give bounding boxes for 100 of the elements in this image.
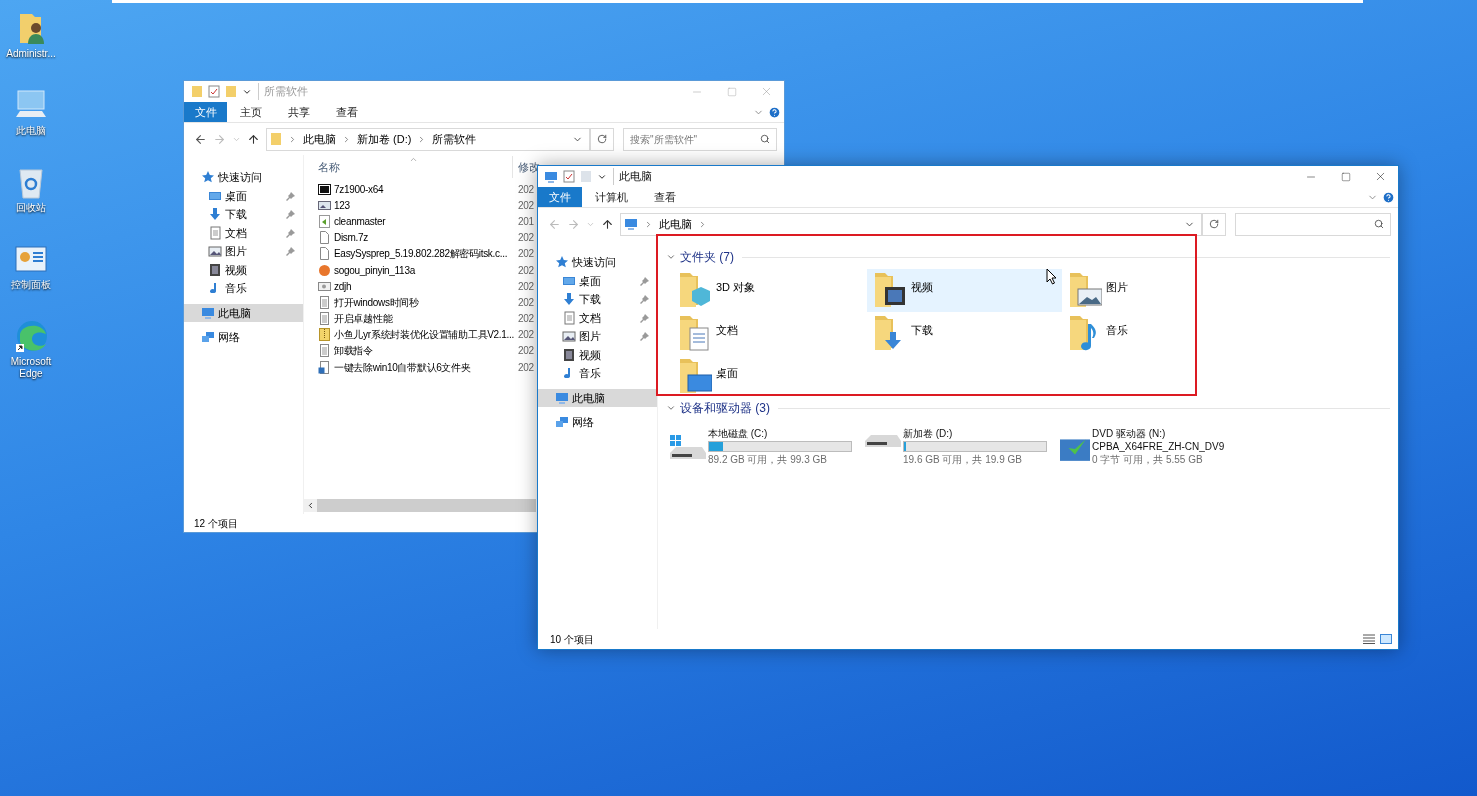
ribbon-tab[interactable]: 主页 [227,102,275,122]
breadcrumb-item[interactable]: 所需软件 [432,130,477,148]
ribbon-tab[interactable]: 计算机 [582,187,641,207]
file-item[interactable]: Dism.7z [318,230,368,246]
close-icon [1374,170,1387,183]
nav-item[interactable]: 快速访问 [538,253,657,272]
collapse-icon[interactable] [666,403,676,413]
computer-icon [624,217,638,231]
free-space: 0 字节 可用，共 5.55 GB [1092,453,1204,466]
drive-name: 本地磁盘 (C:) [708,427,769,440]
file-item[interactable]: sogou_pinyin_113a [318,262,415,278]
nav-item[interactable]: 图片 [184,242,303,261]
file-item[interactable]: 123 [318,197,350,213]
file-item[interactable]: 卸载指令 [318,343,373,359]
date-cell-text: 202 [518,295,534,310]
nav-item[interactable]: 此电脑 [538,388,657,407]
section-header[interactable]: 文件夹 (7) [680,248,734,266]
forward-button[interactable] [213,132,226,146]
nav-item[interactable]: 文档 [184,223,303,242]
nav-item[interactable]: 快速访问 [184,168,303,187]
search-icon [760,134,770,144]
breadcrumb-item[interactable]: 此电脑 [659,215,692,233]
file-item[interactable]: EasySysprep_5.19.802.282解密码itsk.c... [318,246,508,262]
computer-icon [544,169,558,184]
help-icon[interactable] [1382,190,1395,204]
scroll-left-icon[interactable] [306,501,315,510]
close-icon [760,85,773,98]
section-header[interactable]: 设备和驱动器 (3) [680,399,770,417]
chevron-icon [288,134,297,144]
nav-item[interactable]: 音乐 [184,279,303,298]
properties-icon[interactable] [208,85,220,98]
date-cell-text: 202 [518,360,534,375]
drive-tile[interactable]: 新加卷 (D:) 19.6 GB 可用，共 19.9 GB [865,423,1060,467]
nav-item[interactable]: 桌面 [184,186,303,205]
file-item[interactable]: 开启卓越性能 [318,311,393,327]
address-bar[interactable]: 此电脑 [620,212,1202,236]
installer-icon [318,214,331,228]
maximize-icon [726,86,737,97]
file-item[interactable]: 打开windows时间秒 [318,294,419,310]
search-field[interactable]: 搜索"所需软件" [623,127,777,151]
search-field[interactable] [1235,212,1391,236]
folder-tile[interactable]: 桌面 [672,355,867,398]
nav-item[interactable]: 视频 [538,345,657,364]
refresh-button[interactable] [1202,212,1226,236]
nav-item[interactable]: 下载 [184,205,303,224]
file-item[interactable]: zdjh [318,278,352,294]
horizontal-scrollbar[interactable] [304,499,536,512]
ribbon-tab[interactable]: 共享 [275,102,323,122]
nav-item[interactable]: 视频 [184,260,303,279]
nav-item[interactable]: 下载 [538,290,657,309]
folder-tile[interactable]: 视频 [867,269,1062,312]
large-icons-view-icon[interactable] [1380,634,1392,644]
nav-item[interactable]: 文档 [538,308,657,327]
folder-tile[interactable]: 3D 对象 [672,269,867,312]
up-button[interactable] [247,132,260,146]
details-view-icon[interactable] [1363,634,1375,644]
help-icon[interactable] [768,105,781,119]
file-item[interactable]: 7z1900-x64 [318,181,384,197]
shortcut-label: Administr... [5,48,57,60]
file-item[interactable]: 一键去除win10自带默认6文件夹 [318,359,471,375]
ribbon-tab[interactable]: 查看 [641,187,689,207]
drive-tile[interactable]: 本地磁盘 (C:) 89.2 GB 可用，共 99.3 GB [670,423,865,467]
date-cell-text: 202 [518,263,534,278]
status-text: 12 个项目 [194,516,238,531]
nav-item[interactable]: 网络 [184,328,303,347]
file-menu-tab[interactable]: 文件 [184,102,227,122]
nav-item[interactable]: 音乐 [538,364,657,383]
text-file-icon [318,312,331,326]
column-header[interactable]: 名称 [318,156,513,178]
text-file-icon [318,344,331,358]
ribbon-tab[interactable]: 查看 [323,102,371,122]
nav-item[interactable]: 桌面 [538,271,657,290]
folder-tile[interactable]: 下载 [867,312,1062,355]
forward-button[interactable] [567,217,580,231]
folder-tile[interactable]: 文档 [672,312,867,355]
refresh-button[interactable] [590,127,614,151]
collapse-icon[interactable] [666,252,676,262]
address-bar[interactable]: 此电脑 新加卷 (D:) 所需软件 [266,127,590,151]
nav-item[interactable]: 图片 [538,327,657,346]
breadcrumb-item[interactable]: 新加卷 (D:) [357,130,412,148]
folder-tile[interactable]: 音乐 [1062,312,1257,355]
star-icon [201,170,215,185]
properties-icon[interactable] [563,170,575,183]
drive-tile[interactable]: DVD 驱动器 (N:) CPBA_X64FRE_ZH-CN_DV9 0 字节 可用，共 5.55 GB [1060,423,1255,467]
folder-tile[interactable]: 图片 [1062,269,1257,312]
nav-item[interactable]: 此电脑 [184,303,303,322]
breadcrumb-item[interactable]: 此电脑 [303,130,336,148]
file-menu-tab[interactable]: 文件 [538,187,582,207]
up-button[interactable] [601,217,614,231]
film-icon [208,262,222,277]
down-arrow-icon [208,207,222,222]
back-button[interactable] [194,132,207,146]
date-cell-text: 202 [518,344,534,359]
free-space: 19.6 GB 可用，共 19.9 GB [903,453,1023,466]
file-item[interactable]: 小鱼儿yr系统封装优化设置辅助工具V2.1... [318,327,515,343]
file-item[interactable]: cleanmaster [318,213,386,229]
nav-item[interactable]: 网络 [538,413,657,432]
folder-monitor-icon [678,357,712,395]
folder-film-icon [873,271,907,309]
folder-picture-icon [1068,271,1102,309]
